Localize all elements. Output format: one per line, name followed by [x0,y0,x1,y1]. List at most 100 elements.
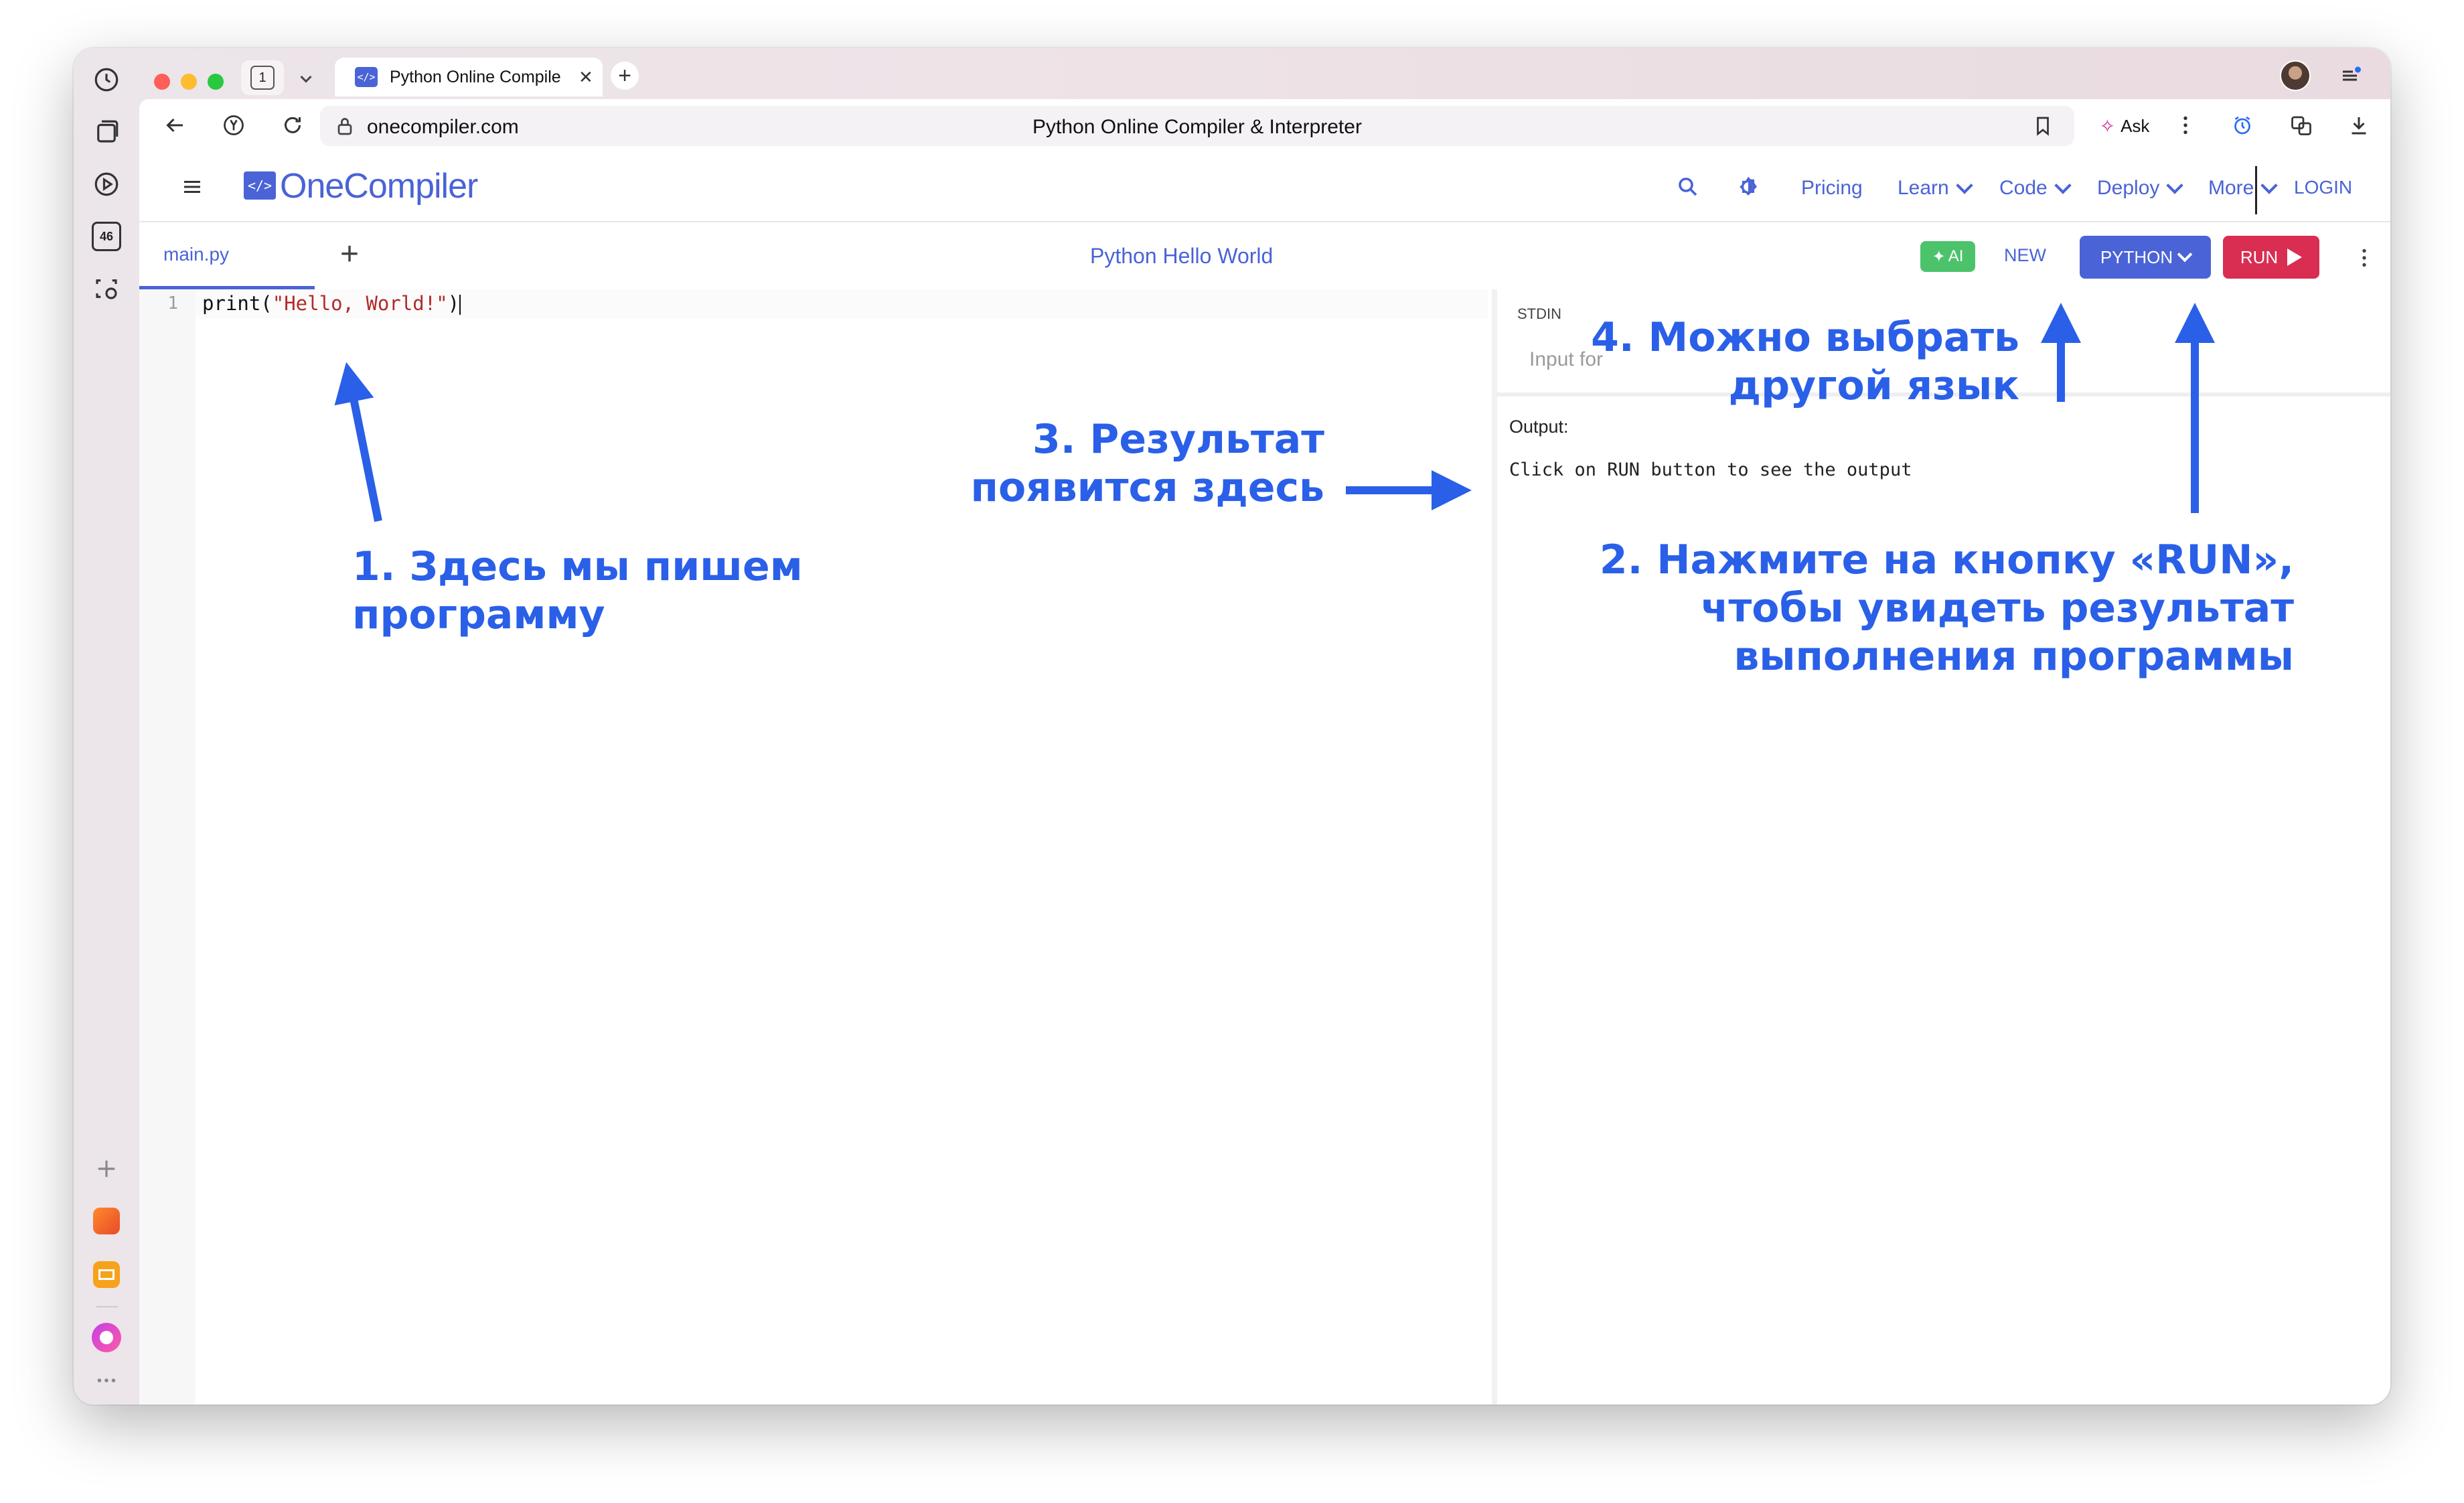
editor-toolbar: main.py + Python Hello World ✦ AI NEW PY… [139,222,2390,289]
profile-avatar[interactable] [2280,60,2311,91]
notifications-icon[interactable] [2335,60,2366,91]
app-icon-orange[interactable] [90,1204,123,1238]
run-button[interactable]: RUN [2223,236,2319,279]
minimize-window-button[interactable] [181,74,197,90]
language-label: PYTHON [2100,246,2173,267]
language-select-button[interactable]: PYTHON [2080,236,2211,279]
annotation-text: выполнения программы [1734,633,2294,680]
sidebar-badge[interactable]: 46 [90,220,123,253]
theme-toggle-icon[interactable] [1733,171,1764,202]
site-logo[interactable]: OneCompiler [280,166,478,206]
text-cursor [459,295,461,315]
ai-button[interactable]: ✦ AI [1920,241,1975,272]
run-label: RUN [2240,246,2279,267]
nav-learn[interactable]: Learn [1898,177,1973,200]
annotation-4: 4. Можно выбрать другой язык [1591,313,2019,410]
maximize-window-button[interactable] [208,74,224,90]
nav-deploy[interactable]: Deploy [2097,177,2184,200]
chevron-down-icon [2166,177,2184,194]
nav-more[interactable]: More [2208,177,2279,200]
annotation-text: чтобы увидеть результат [1701,585,2294,632]
nav-pricing[interactable]: Pricing [1801,177,1863,200]
ask-label: Ask [2121,115,2150,136]
play-icon [2287,248,2303,266]
browser-content: onecompiler.com Python Online Compiler &… [139,99,2390,1405]
kebab-menu-icon[interactable] [2170,110,2201,141]
badge-count: 46 [92,222,121,251]
alice-assistant-icon[interactable] [90,1321,123,1354]
nav-code[interactable]: Code [1999,177,2072,200]
hamburger-menu-icon[interactable] [177,171,208,202]
chevron-down-icon [1956,177,1973,194]
line-number: 1 [167,293,178,313]
annotation-2: 2. Нажмите на кнопку «RUN», чтобы увидет… [1600,536,2294,681]
close-window-button[interactable] [154,74,170,90]
collections-icon[interactable] [90,115,123,149]
annotation-1: 1. Здесь мы пишем программу [352,543,803,639]
close-tab-icon[interactable]: ✕ [579,67,593,88]
add-panel-icon[interactable] [90,1152,123,1186]
chevron-down-icon [2260,177,2279,194]
extension-icon[interactable] [2227,110,2258,141]
project-title[interactable]: Python Hello World [1090,244,1273,269]
translate-icon[interactable] [2286,110,2317,141]
code-editor[interactable]: print("Hello, World!") [202,292,461,315]
output-label: Output: [1509,417,1569,437]
annotation-text: 3. Результат [1032,416,1324,463]
history-icon[interactable] [90,63,123,96]
nav-pricing-label: Pricing [1801,177,1863,199]
header-divider [2255,166,2257,214]
annotation-text: 2. Нажмите на кнопку «RUN», [1599,536,2294,583]
browser-window: 46 1 </> Python Online Compile ✕ + oneco… [74,48,2390,1405]
nav-more-label: More [2208,177,2254,199]
code-string: "Hello, World!" [272,292,448,315]
login-label: LOGIN [2294,177,2353,198]
annotation-3: 3. Результат появится здесь [971,415,1325,512]
tab-title: Python Online Compile [390,67,561,86]
site-header: </> OneCompiler Pricing Learn Code Deplo… [139,154,2390,222]
address-bar[interactable]: onecompiler.com Python Online Compiler &… [320,106,2074,146]
file-tab-label: main.py [163,244,230,265]
logo-icon[interactable]: </> [244,171,276,200]
back-icon[interactable] [159,110,190,141]
sparkle-icon: ✦ [1932,247,1946,266]
screenshot-icon[interactable] [90,272,123,305]
code-text: print( [202,292,273,315]
file-tab-main[interactable]: main.py [139,222,315,289]
nav-deploy-label: Deploy [2097,177,2160,199]
annotation-text: появится здесь [970,464,1325,511]
yandex-icon[interactable] [218,110,249,141]
more-dots-icon[interactable] [90,1364,123,1397]
editor-gutter [139,289,196,1405]
more-options-icon[interactable] [2349,242,2380,273]
nav-code-label: Code [1999,177,2048,199]
pane-splitter[interactable] [1492,289,1497,1405]
new-tab-button[interactable]: + [609,60,640,91]
add-file-button[interactable]: + [340,238,359,271]
ask-icon: ✧ [2099,115,2116,137]
bookmark-icon[interactable] [2027,111,2058,141]
nav-learn-label: Learn [1898,177,1949,199]
stdin-label: STDIN [1517,305,1561,322]
reload-icon[interactable] [277,110,308,141]
chevron-down-icon [2177,246,2193,263]
browser-tab[interactable]: </> Python Online Compile ✕ [335,58,603,96]
code-text: ) [447,292,460,315]
page-title: Python Online Compiler & Interpreter [1032,116,1362,138]
annotation-text: другой язык [1728,362,2019,409]
new-button[interactable]: NEW [2004,245,2046,266]
tab-list-chevron-icon[interactable] [291,63,321,94]
video-icon[interactable] [90,167,123,201]
favicon-icon: </> [355,67,378,87]
search-icon[interactable] [1673,171,1703,202]
login-link[interactable]: LOGIN [2294,177,2352,198]
tab-count: 1 [250,66,275,90]
ask-ai-button[interactable]: ✧ Ask [2084,109,2165,143]
mail-icon[interactable] [90,1258,123,1291]
tab-count-button[interactable]: 1 [241,60,284,95]
output-text: Click on RUN button to see the output [1509,459,1912,480]
sidebar-divider [96,1306,118,1307]
ai-label: AI [1948,247,1964,265]
annotation-text: 1. Здесь мы пишем [352,543,803,590]
download-icon[interactable] [2343,110,2374,141]
